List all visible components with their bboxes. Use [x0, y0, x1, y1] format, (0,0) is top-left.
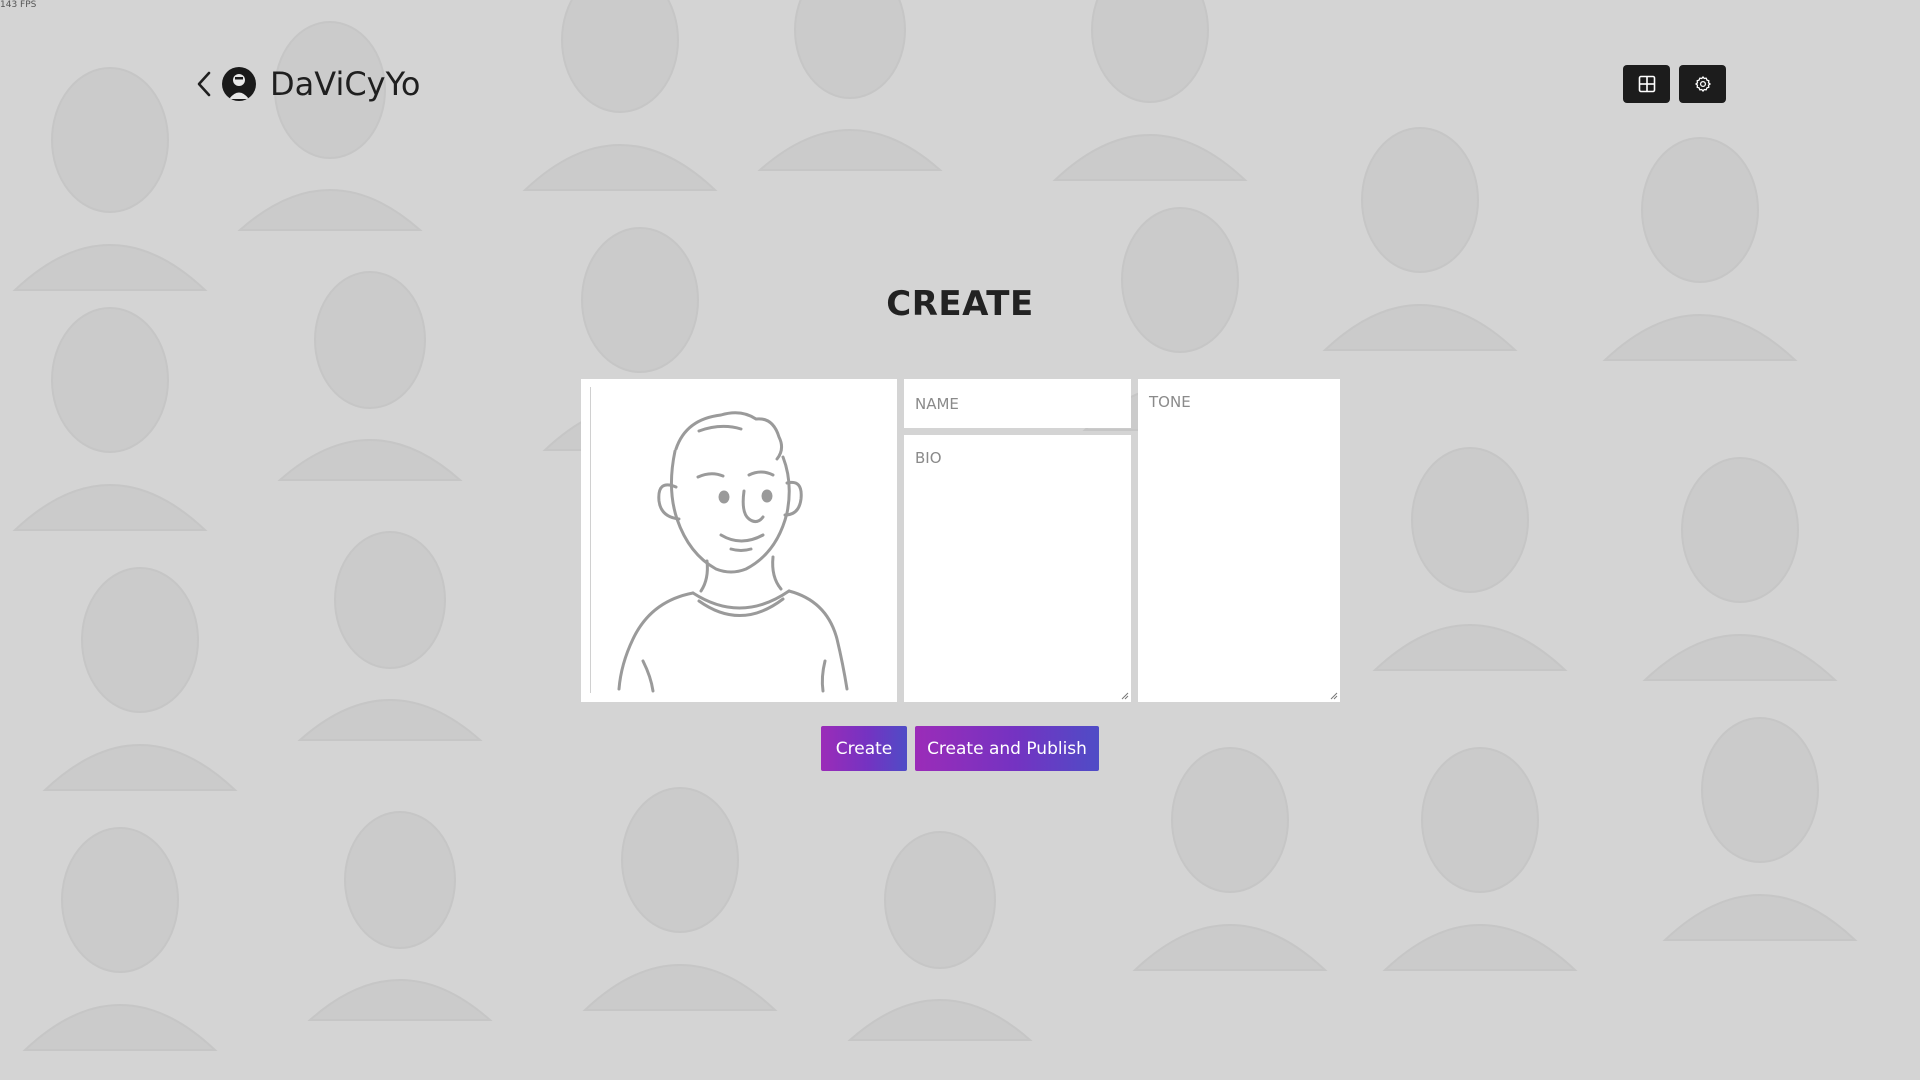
person-sketch-icon [617, 411, 849, 693]
grid-icon [1638, 75, 1655, 93]
tone-resize-grip-icon[interactable] [1330, 692, 1338, 700]
create-and-publish-button[interactable]: Create and Publish [915, 726, 1099, 771]
bio-field[interactable] [904, 435, 1131, 702]
bio-resize-grip-icon[interactable] [1121, 692, 1129, 700]
create-button[interactable]: Create [821, 726, 907, 771]
gear-icon [1694, 76, 1711, 92]
layout-button[interactable] [1623, 65, 1670, 103]
header-actions [1623, 65, 1726, 103]
back-button[interactable] [192, 62, 216, 106]
chevron-left-icon [197, 71, 211, 97]
header-brand: DaViCyYo [192, 62, 420, 106]
brand-name[interactable]: DaViCyYo [270, 65, 420, 103]
tone-field[interactable] [1138, 379, 1340, 702]
logo-avatar [222, 67, 256, 101]
page-title: CREATE [886, 284, 1034, 324]
name-field[interactable] [904, 379, 1131, 428]
fps-counter: 143 FPS [0, 0, 37, 10]
settings-button[interactable] [1679, 65, 1726, 103]
avatar-image-upload[interactable] [581, 379, 897, 702]
